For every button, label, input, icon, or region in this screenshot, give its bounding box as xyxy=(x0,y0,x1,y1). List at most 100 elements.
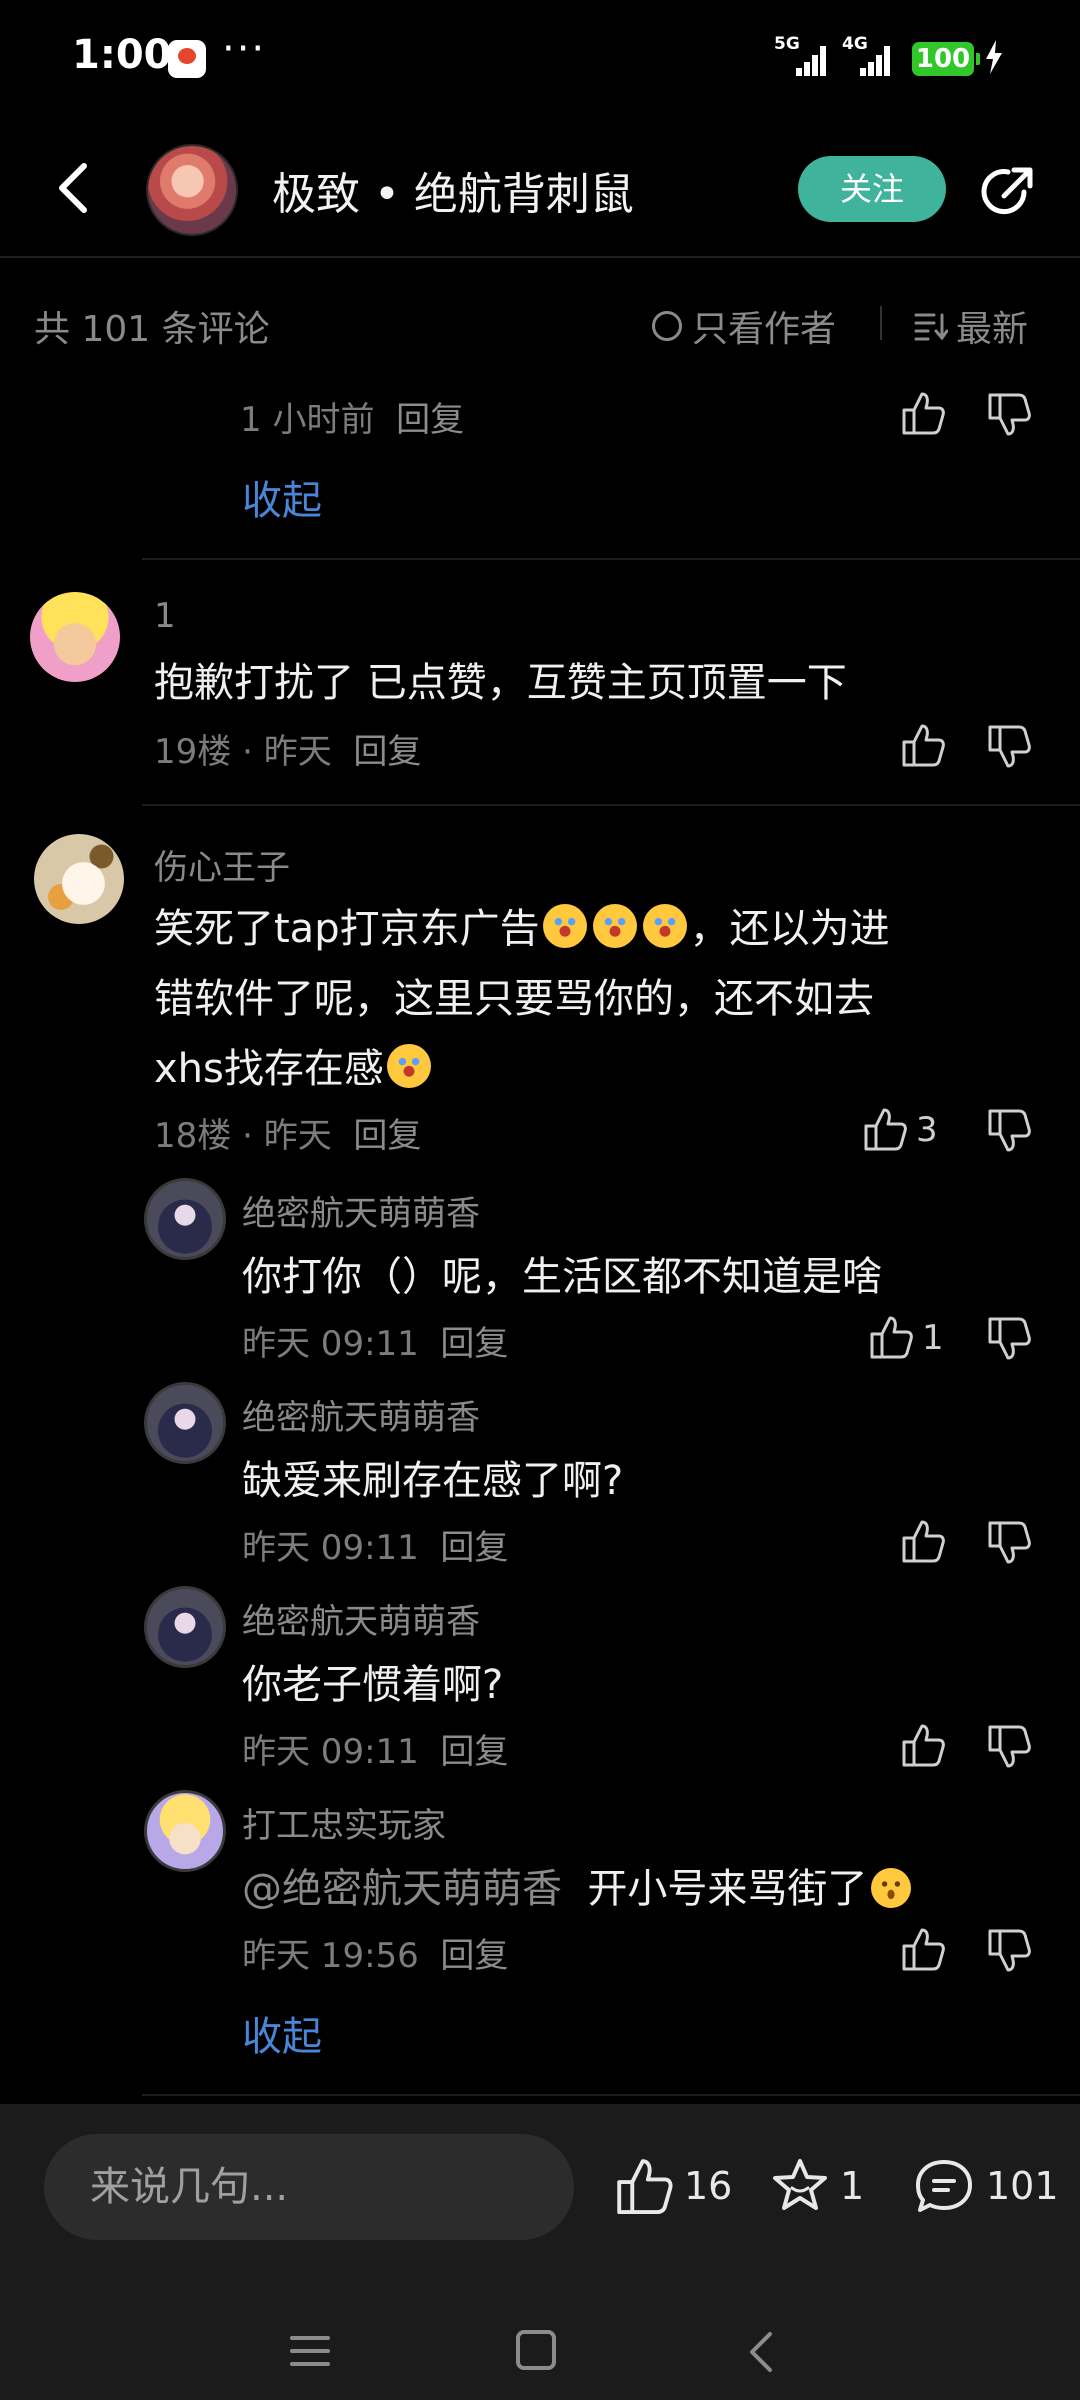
comment-text: 笑死了tap打京东广告 ，还以为进 错软件了呢，这里只要骂你的，还不如去 xhs找… xyxy=(154,894,890,1104)
reply-button[interactable]: 回复 xyxy=(440,1528,508,1568)
thumb-up-icon[interactable] xyxy=(862,1106,908,1152)
avatar[interactable] xyxy=(144,1790,226,1872)
toolbar-divider xyxy=(880,306,882,340)
collapse-replies-button[interactable]: 收起 xyxy=(242,2004,322,2062)
comment-icon xyxy=(916,2160,972,2212)
author-avatar[interactable] xyxy=(146,144,238,236)
comment-username[interactable]: 1 xyxy=(154,596,176,636)
reply-button[interactable]: 回复 xyxy=(440,1324,508,1364)
avatar[interactable] xyxy=(144,1382,226,1464)
thumb-down-icon[interactable] xyxy=(986,724,1032,770)
reply-time: 昨天 09:11 xyxy=(242,1528,419,1568)
status-bar: 1:00 ··· 5G 4G 100 xyxy=(0,0,1080,120)
sort-toggle[interactable]: 最新 xyxy=(914,300,1028,352)
nav-back-icon[interactable] xyxy=(744,2330,778,2374)
comment-text-line: xhs找存在感 xyxy=(154,1046,384,1092)
comment-username[interactable]: 伤心王子 xyxy=(154,840,290,889)
comment-total: 共 101 条评论 xyxy=(34,309,270,350)
avatar[interactable] xyxy=(144,1586,226,1668)
reply-meta: 昨天 09:11 回复 xyxy=(242,1520,508,1569)
reply-username[interactable]: 绝密航天萌萌香 xyxy=(242,1390,480,1439)
thumb-up-icon[interactable] xyxy=(900,1518,946,1564)
reply-button[interactable]: 回复 xyxy=(353,1116,421,1156)
comments-toolbar: 共 101 条评论 只看作者 最新 xyxy=(0,258,1080,388)
like-post-count: 16 xyxy=(684,2164,733,2208)
network-label-4g: 4G xyxy=(842,34,868,54)
comments-button[interactable]: 101 xyxy=(912,2156,1059,2216)
reply-button[interactable]: 回复 xyxy=(353,732,421,772)
smile-emoji-icon xyxy=(871,1868,912,1908)
reply-text: 你打你（）呢，生活区都不知道是啥 xyxy=(242,1254,882,1300)
app-notification-icon xyxy=(168,40,206,78)
comment-floor: 19楼 xyxy=(154,732,232,772)
like-post-button[interactable]: 16 xyxy=(614,2156,732,2216)
system-nav-bar xyxy=(0,2284,1080,2400)
sort-label: 最新 xyxy=(956,309,1029,350)
comment-text-line: ，还以为进 xyxy=(689,906,890,952)
collapse-replies-button[interactable]: 收起 xyxy=(242,468,322,526)
reply-button[interactable]: 回复 xyxy=(396,400,464,440)
thumb-up-icon[interactable] xyxy=(900,1722,946,1768)
author-only-label: 只看作者 xyxy=(692,309,837,350)
network-label-5g: 5G xyxy=(774,34,800,54)
comment-time: 1 小时前 xyxy=(240,400,375,440)
star-icon xyxy=(773,2159,827,2210)
comment-text-line: 笑死了tap打京东广告 xyxy=(154,906,540,952)
charging-icon xyxy=(986,40,1002,74)
reply-text: 缺爱来刷存在感了啊? xyxy=(242,1458,624,1504)
reply-text: 你老子惯着啊? xyxy=(242,1662,504,1708)
thumb-down-icon[interactable] xyxy=(986,1108,1032,1154)
crying-emoji-icon xyxy=(642,904,687,948)
reply-text: @绝密航天萌萌香 开小号来骂街了 xyxy=(242,1854,912,1924)
menu-icon[interactable] xyxy=(290,2334,330,2368)
bottom-bar: 来说几句... 16 1 101 xyxy=(0,2104,1080,2400)
avatar[interactable] xyxy=(34,834,124,924)
signal-4g-icon: 4G xyxy=(842,34,898,76)
reply-username[interactable]: 打工忠实玩家 xyxy=(242,1798,446,1847)
crying-emoji-icon xyxy=(386,1044,431,1088)
comment-input[interactable]: 来说几句... xyxy=(44,2134,574,2240)
reply-meta: 昨天 19:56 回复 xyxy=(242,1928,508,1977)
comment-meta: 1 小时前 回复 xyxy=(240,392,464,441)
comment-time: 昨天 xyxy=(263,732,332,772)
comment-meta: 18楼 · 昨天 回复 xyxy=(154,1116,422,1156)
crying-emoji-icon xyxy=(542,904,587,948)
thumb-down-icon[interactable] xyxy=(986,392,1032,438)
reply-meta: 昨天 09:11 回复 xyxy=(242,1316,508,1365)
thumb-down-icon[interactable] xyxy=(986,1316,1032,1362)
thumb-up-icon[interactable] xyxy=(868,1314,914,1360)
avatar[interactable] xyxy=(144,1178,226,1260)
author-only-toggle[interactable]: 只看作者 xyxy=(652,300,836,352)
divider xyxy=(142,804,1080,806)
thumb-down-icon[interactable] xyxy=(986,1724,1032,1770)
reply-username[interactable]: 绝密航天萌萌香 xyxy=(242,1186,480,1235)
back-icon[interactable] xyxy=(50,160,100,216)
reply-text-line: 开小号来骂街了 xyxy=(587,1866,868,1912)
home-icon[interactable] xyxy=(516,2330,556,2370)
thumb-down-icon[interactable] xyxy=(986,1520,1032,1566)
thumb-up-icon[interactable] xyxy=(900,722,946,768)
like-count: 3 xyxy=(916,1110,938,1150)
header: 极致 • 绝航背刺鼠 关注 xyxy=(0,120,1080,258)
like-count: 1 xyxy=(922,1318,944,1358)
comment-floor: 18楼 xyxy=(154,1116,232,1156)
avatar[interactable] xyxy=(30,592,120,682)
divider xyxy=(142,558,1080,560)
comment-meta: 19楼 · 昨天 回复 xyxy=(154,732,422,772)
reply-time: 昨天 09:11 xyxy=(242,1324,419,1364)
mention-link[interactable]: @绝密航天萌萌香 xyxy=(242,1866,562,1912)
more-notifications-icon: ··· xyxy=(222,26,267,72)
comments-count: 101 xyxy=(986,2164,1059,2208)
thumb-down-icon[interactable] xyxy=(986,1928,1032,1974)
reply-button[interactable]: 回复 xyxy=(440,1732,508,1772)
follow-button[interactable]: 关注 xyxy=(798,156,946,222)
reply-button[interactable]: 回复 xyxy=(440,1936,508,1976)
author-name[interactable]: 极致 • 绝航背刺鼠 xyxy=(272,158,634,222)
favorite-button[interactable]: 1 xyxy=(770,2156,864,2216)
crying-emoji-icon xyxy=(592,904,637,948)
share-icon[interactable] xyxy=(978,162,1038,222)
thumb-up-icon[interactable] xyxy=(900,390,946,436)
thumb-up-icon[interactable] xyxy=(900,1926,946,1972)
favorite-count: 1 xyxy=(840,2164,865,2208)
reply-username[interactable]: 绝密航天萌萌香 xyxy=(242,1594,480,1643)
